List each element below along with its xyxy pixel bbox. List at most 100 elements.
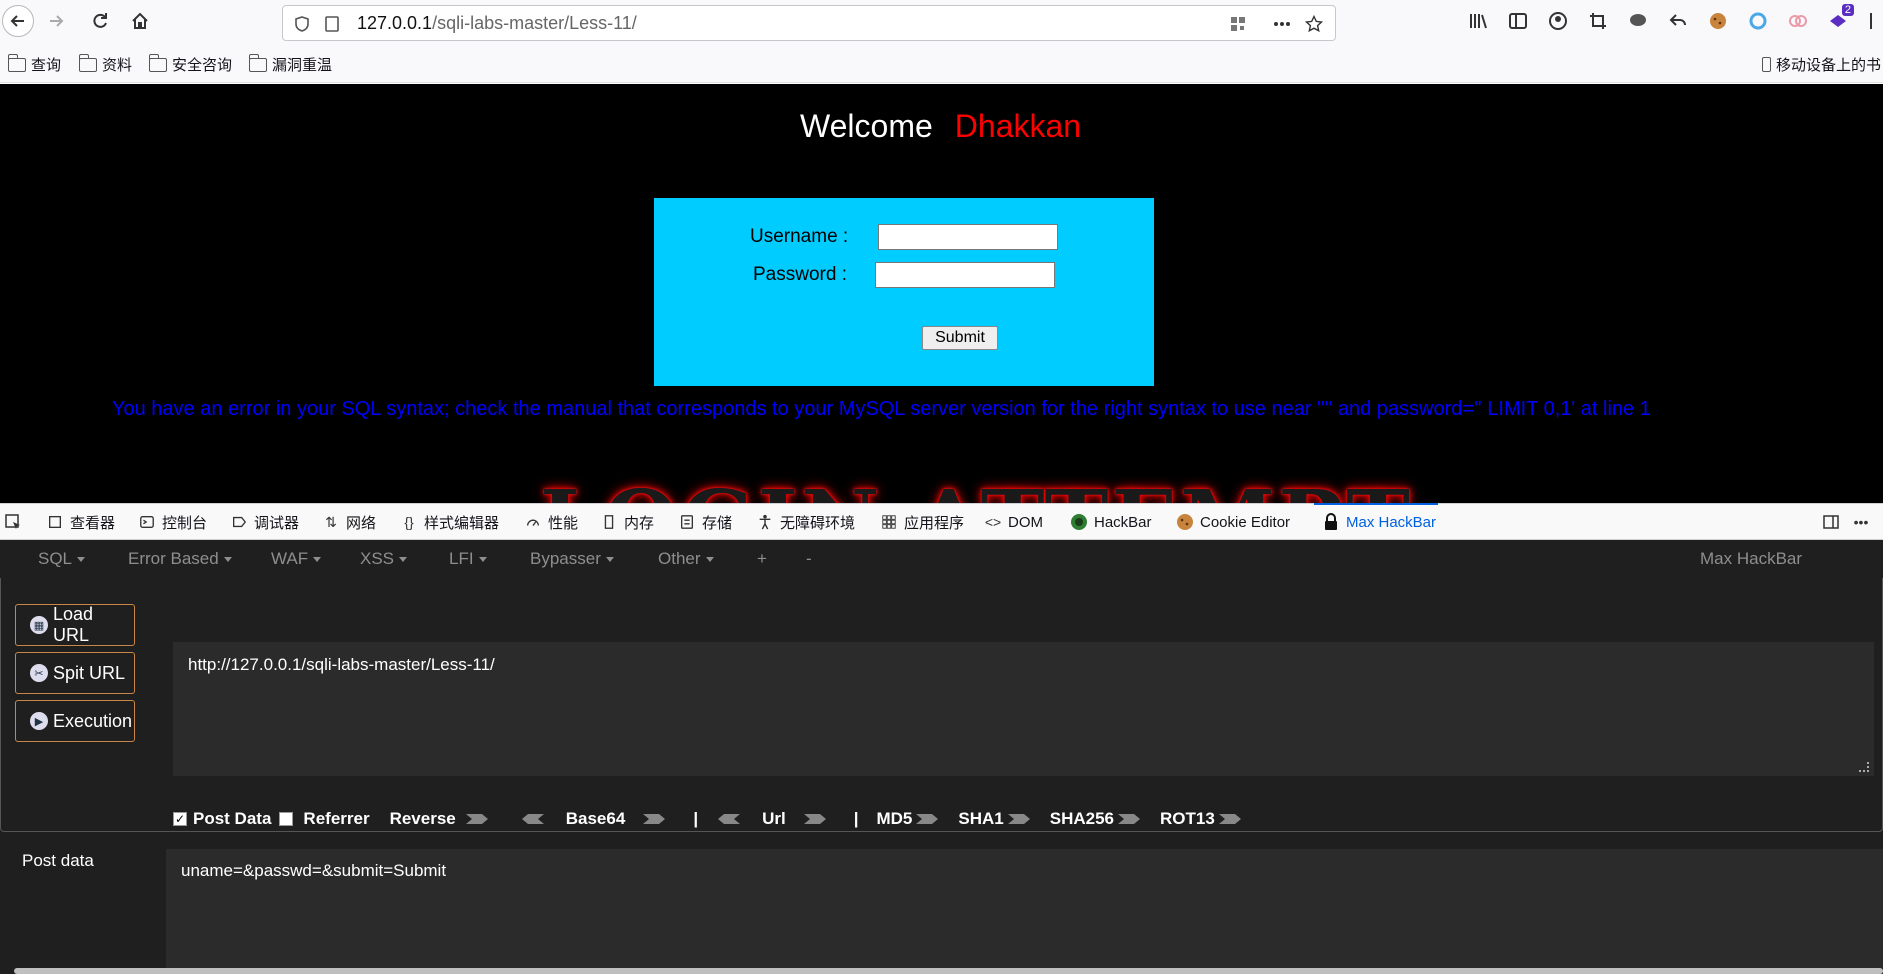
dock-toggle-button[interactable] (1822, 504, 1840, 540)
rot13-encode-icon[interactable] (1217, 812, 1243, 826)
arrow-right-icon (50, 15, 64, 27)
tab-debugger[interactable]: 调试器 (230, 504, 299, 540)
sha1-encode-icon[interactable] (1006, 812, 1032, 826)
menu-add[interactable]: + (757, 549, 767, 569)
folder-icon (7, 53, 26, 72)
post-data-checkbox[interactable]: ✓ (173, 812, 187, 826)
library-icon[interactable] (1468, 11, 1488, 31)
devtools-menu-button[interactable]: ••• (1852, 504, 1870, 540)
tab-performance[interactable]: 性能 (524, 504, 578, 540)
tab-style-editor[interactable]: {} 样式编辑器 (400, 504, 499, 540)
post-data-section: Post data uname=&passwd=&submit=Submit (0, 833, 1883, 974)
menu-xss[interactable]: XSS (360, 549, 408, 569)
post-data-textarea[interactable]: uname=&passwd=&submit=Submit (166, 849, 1883, 974)
menu-remove[interactable]: - (806, 549, 812, 569)
cookie-icon[interactable] (1708, 11, 1728, 31)
encode-arrow-icon[interactable] (464, 812, 490, 826)
inspector-icon (46, 513, 64, 531)
ring-extension-icon[interactable] (1748, 11, 1768, 31)
sidebar-icon[interactable] (1508, 11, 1528, 31)
sha256-encode-icon[interactable] (1116, 812, 1142, 826)
account-icon[interactable] (1548, 11, 1568, 31)
load-url-button[interactable]: ▦ Load URL (15, 604, 135, 646)
referrer-checkbox[interactable] (279, 812, 294, 826)
web-page: Welcome Dhakkan Username : Password : Sub… (0, 84, 1883, 503)
resize-grip-icon[interactable] (1859, 762, 1869, 772)
tab-hackbar[interactable]: HackBar (1070, 504, 1152, 540)
url-value: http://127.0.0.1/sqli-labs-master/Less-1… (188, 655, 495, 674)
base64-encode-icon[interactable] (641, 812, 667, 826)
folder-icon (148, 53, 167, 72)
reverse-button[interactable]: Reverse (390, 809, 456, 829)
undo-icon[interactable] (1668, 11, 1688, 31)
storage-icon (678, 513, 696, 531)
menu-other[interactable]: Other (658, 549, 714, 569)
hackbar-logo-icon (1070, 513, 1088, 531)
url-text[interactable]: 127.0.0.1/sqli-labs-master/Less-11/ (357, 13, 637, 34)
caret-down-icon (313, 557, 322, 563)
link-extension-icon[interactable] (1788, 11, 1808, 31)
cookie-icon (1176, 513, 1194, 531)
menu-bypasser[interactable]: Bypasser (530, 549, 614, 569)
folder-icon (248, 53, 267, 72)
reload-button[interactable] (84, 5, 116, 37)
mobile-bookmarks[interactable]: 移动设备上的书 (1762, 54, 1881, 75)
shield-icon[interactable] (293, 15, 311, 33)
sha256-label: SHA256 (1049, 809, 1114, 828)
caret-down-icon (705, 557, 714, 563)
tab-console[interactable]: 控制台 (138, 504, 207, 540)
menu-sql[interactable]: SQL (38, 549, 86, 569)
page-info-icon[interactable] (323, 15, 341, 33)
tab-storage[interactable]: 存储 (678, 504, 732, 540)
tab-dom[interactable]: <> DOM (984, 504, 1043, 540)
tab-application[interactable]: 应用程序 (880, 504, 964, 540)
back-button[interactable] (2, 5, 34, 37)
overflow-menu-icon[interactable] (1866, 11, 1876, 31)
url-decode-icon[interactable] (716, 812, 742, 826)
bookmark-star-icon[interactable] (1305, 15, 1323, 33)
page-actions-icon[interactable] (1273, 15, 1291, 33)
caret-down-icon (478, 557, 487, 563)
bookmark-folder[interactable]: 安全咨询 (148, 53, 232, 75)
element-picker-button[interactable] (4, 504, 22, 540)
chat-icon[interactable] (1628, 11, 1648, 31)
password-input[interactable] (875, 262, 1055, 288)
arrow-left-icon (10, 15, 24, 27)
bookmark-folder[interactable]: 查询 (7, 53, 61, 75)
menu-lfi[interactable]: LFI (449, 549, 487, 569)
md5-encode-icon[interactable] (914, 812, 940, 826)
mobile-device-icon (1762, 57, 1771, 72)
forward-button[interactable] (40, 5, 72, 37)
tab-cookie-editor[interactable]: Cookie Editor (1176, 504, 1290, 540)
hackbar-menu: SQL Error Based WAF XSS LFI Bypasser Oth… (0, 540, 1883, 578)
tab-network[interactable]: ⇅ 网络 (322, 504, 376, 540)
qr-code-icon[interactable] (1229, 15, 1247, 33)
password-label: Password : (753, 264, 847, 285)
tab-memory[interactable]: 内存 (600, 504, 654, 540)
login-form: Username : Password : Submit (654, 198, 1154, 386)
username-input[interactable] (878, 224, 1058, 250)
url-encode-icon[interactable] (802, 812, 828, 826)
submit-button[interactable]: Submit (922, 326, 998, 350)
menu-waf[interactable]: WAF (271, 549, 322, 569)
home-button[interactable] (124, 5, 156, 37)
split-url-button[interactable]: ✂ Spit URL (15, 652, 135, 694)
devtools-tabbar: 查看器 控制台 调试器 ⇅ 网络 {} 样式编辑器 性能 内存 存储 无障碍环境 应… (0, 503, 1883, 540)
horizontal-scrollbar[interactable] (14, 968, 1883, 974)
play-icon: ▶ (30, 712, 48, 730)
referrer-label: Referrer (303, 809, 370, 828)
tab-inspector[interactable]: 查看器 (46, 504, 115, 540)
screenshot-crop-icon[interactable] (1588, 11, 1608, 31)
bookmark-folder[interactable]: 资料 (78, 53, 132, 75)
caret-down-icon (605, 557, 614, 563)
execution-button[interactable]: ▶ Execution (15, 700, 135, 742)
menu-error-based[interactable]: Error Based (128, 549, 232, 569)
decode-arrow-icon[interactable] (520, 812, 546, 826)
tab-max-hackbar[interactable]: Max HackBar (1313, 503, 1439, 540)
caret-down-icon (77, 557, 86, 563)
url-textarea[interactable]: http://127.0.0.1/sqli-labs-master/Less-1… (173, 642, 1874, 776)
extension-badge-icon[interactable]: 2 (1828, 4, 1854, 31)
bookmark-folder[interactable]: 漏洞重温 (248, 53, 332, 75)
tab-accessibility[interactable]: 无障碍环境 (756, 504, 855, 540)
address-bar[interactable]: 127.0.0.1/sqli-labs-master/Less-11/ (282, 5, 1336, 41)
